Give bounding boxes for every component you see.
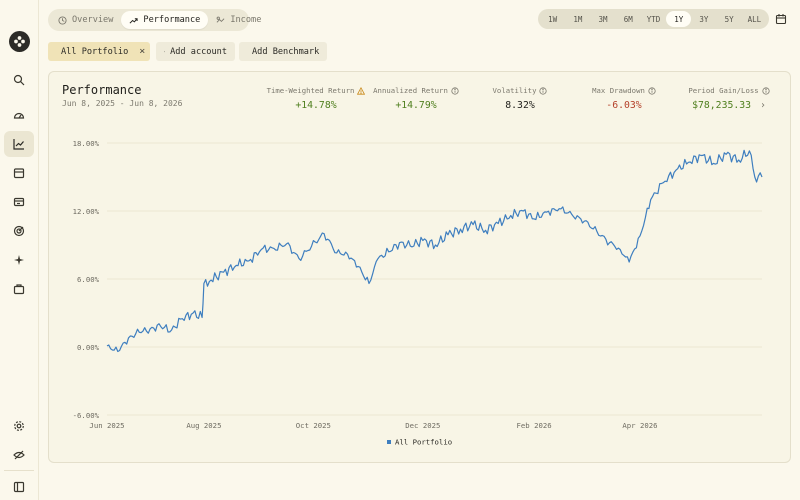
income-icon bbox=[216, 16, 225, 23]
y-tick-label: 12.00% bbox=[73, 207, 100, 216]
trend-icon bbox=[129, 17, 139, 24]
x-tick-label: Aug 2025 bbox=[186, 421, 221, 430]
x-tick-label: Dec 2025 bbox=[405, 421, 440, 430]
y-tick-label: 0.00% bbox=[77, 343, 100, 352]
sparkle-icon bbox=[14, 255, 24, 265]
clock-icon bbox=[58, 15, 67, 25]
x-tick-label: Feb 2026 bbox=[517, 421, 552, 430]
legend-label: All Portfolio bbox=[395, 438, 452, 447]
portfolio-filter-chip[interactable]: All Portfolio × bbox=[48, 42, 150, 61]
sidebar-item-holdings[interactable] bbox=[4, 276, 34, 302]
sidebar-item-settings[interactable] bbox=[4, 413, 34, 439]
range-1y[interactable]: 1Y bbox=[666, 11, 692, 27]
wallet-icon bbox=[13, 197, 25, 207]
add-account-label: Add account bbox=[170, 46, 227, 57]
sidebar-item-privacy[interactable] bbox=[4, 442, 34, 468]
target-icon bbox=[13, 225, 25, 237]
range-selector: 1W 1M 3M 6M YTD 1Y 3Y 5Y ALL bbox=[538, 9, 769, 29]
sidebar-item-goals[interactable] bbox=[4, 218, 34, 244]
sidebar-item-activity[interactable] bbox=[4, 160, 34, 186]
tab-label: Income bbox=[230, 15, 262, 25]
tab-income[interactable]: Income bbox=[208, 11, 269, 29]
calendar-icon[interactable] bbox=[775, 13, 787, 25]
range-6m[interactable]: 6M bbox=[616, 11, 641, 27]
x-tick-label: Oct 2025 bbox=[296, 421, 331, 430]
sidebar-toggle-icon bbox=[13, 481, 25, 493]
range-5y[interactable]: 5Y bbox=[717, 11, 742, 27]
sidebar-divider bbox=[4, 470, 34, 471]
sidebar-item-accounts[interactable] bbox=[4, 189, 34, 215]
tab-label: Overview bbox=[72, 15, 114, 25]
range-1m[interactable]: 1M bbox=[565, 11, 590, 27]
view-tabs: Overview Performance Income bbox=[48, 9, 261, 31]
portfolio-filter-label: All Portfolio bbox=[61, 46, 129, 57]
x-tick-label: Jun 2025 bbox=[89, 421, 124, 430]
chart-line-icon bbox=[13, 139, 24, 150]
performance-card: Performance Jun 8, 2025 - Jun 8, 2026 Ti… bbox=[48, 71, 791, 463]
performance-chart[interactable]: 18.00% 12.00% 6.00% 0.00% -6.00%Jun 2025 Aug … bbox=[49, 72, 792, 464]
series-line bbox=[106, 149, 763, 353]
sidebar-item-performance[interactable] bbox=[4, 131, 34, 157]
sidebar-search[interactable] bbox=[4, 67, 34, 93]
add-account-button[interactable]: Add account bbox=[156, 42, 235, 61]
tab-label: Performance bbox=[143, 15, 201, 25]
sidebar bbox=[0, 0, 39, 500]
add-benchmark-label: Add Benchmark bbox=[252, 46, 320, 57]
close-icon[interactable]: × bbox=[139, 46, 145, 57]
briefcase-icon bbox=[13, 284, 25, 295]
y-tick-label: 6.00% bbox=[77, 275, 100, 284]
search-icon bbox=[13, 74, 25, 86]
app-logo[interactable] bbox=[9, 31, 30, 52]
tab-performance[interactable]: Performance bbox=[121, 11, 209, 29]
sidebar-item-insights[interactable] bbox=[4, 247, 34, 273]
range-all[interactable]: ALL bbox=[742, 11, 767, 27]
range-ytd[interactable]: YTD bbox=[641, 11, 666, 27]
logo-icon bbox=[14, 36, 25, 47]
range-3m[interactable]: 3M bbox=[590, 11, 615, 27]
y-tick-label: -6.00% bbox=[73, 411, 100, 420]
add-benchmark-button[interactable]: Add Benchmark bbox=[239, 42, 327, 61]
range-3y[interactable]: 3Y bbox=[691, 11, 716, 27]
eye-off-icon bbox=[13, 450, 25, 460]
briefcase-icon bbox=[164, 51, 166, 52]
legend-swatch bbox=[387, 440, 391, 444]
gear-icon bbox=[14, 421, 24, 431]
x-tick-label: Apr 2026 bbox=[622, 421, 657, 430]
calendar-list-icon bbox=[13, 168, 25, 179]
sidebar-item-dashboard[interactable] bbox=[4, 102, 34, 128]
sidebar-collapse[interactable] bbox=[4, 474, 34, 500]
tab-overview[interactable]: Overview bbox=[50, 11, 121, 29]
gauge-icon bbox=[13, 112, 25, 119]
range-1w[interactable]: 1W bbox=[540, 11, 565, 27]
y-tick-label: 18.00% bbox=[73, 139, 100, 148]
